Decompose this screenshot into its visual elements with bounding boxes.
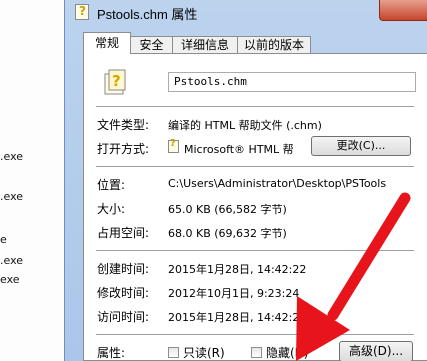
screenshot-root: .exe .exe e .exe exe Pstools.chm 属性 常规 安… [0, 0, 427, 361]
accessed-value: 2015年1月28日, 14:42:22 [168, 311, 307, 324]
background-file-item[interactable]: .exe [0, 190, 23, 203]
disk-size-label: 占用空间: [97, 226, 150, 240]
advanced-button[interactable]: 高级(D)... [339, 341, 413, 361]
readonly-checkbox[interactable] [168, 347, 179, 358]
help-file-icon: ? [104, 69, 126, 95]
tab-general[interactable]: 常规 [83, 32, 131, 54]
readonly-label[interactable]: 只读(R) [183, 344, 225, 361]
size-value: 65.0 KB (66,582 字节) [168, 203, 287, 216]
background-file-list: .exe .exe e .exe exe [0, 0, 70, 361]
hidden-label[interactable]: 隐藏(H) [266, 344, 308, 361]
background-file-item[interactable]: exe [0, 273, 20, 286]
divider [96, 334, 414, 336]
tab-security[interactable]: 安全 [130, 36, 173, 54]
background-file-item[interactable]: .exe [0, 150, 23, 163]
accessed-label: 访问时间: [97, 310, 150, 324]
general-panel: ? Pstools.chm 文件类型: 编译的 HTML 帮助文件 (.chm)… [83, 53, 427, 361]
location-label: 位置: [97, 178, 126, 192]
file-type-label: 文件类型: [97, 118, 150, 132]
properties-dialog: Pstools.chm 属性 常规 安全 详细信息 以前的版本 ? Pstool… [64, 0, 427, 361]
open-with-value: Microsoft® HTML 帮 [184, 143, 294, 156]
modified-label: 修改时间: [97, 286, 150, 300]
hidden-checkbox[interactable] [251, 347, 262, 358]
background-file-item[interactable]: e [0, 233, 7, 246]
disk-size-value: 68.0 KB (69,632 字节) [168, 227, 287, 240]
file-type-value: 编译的 HTML 帮助文件 (.chm) [168, 119, 322, 132]
divider [96, 106, 414, 108]
tab-details[interactable]: 详细信息 [172, 36, 238, 54]
divider [96, 166, 414, 168]
open-with-app-icon [168, 138, 179, 153]
tab-previous-versions[interactable]: 以前的版本 [237, 36, 311, 54]
close-button[interactable] [379, 0, 427, 21]
dialog-title: Pstools.chm 属性 [97, 7, 198, 22]
open-with-label: 打开方式: [97, 142, 150, 156]
created-value: 2015年1月28日, 14:42:22 [168, 263, 307, 276]
modified-value: 2012年10月1日, 9:23:24 [168, 287, 300, 300]
size-label: 大小: [97, 202, 126, 216]
created-label: 创建时间: [97, 262, 150, 276]
location-value: C:\Users\Administrator\Desktop\PSTools [168, 177, 387, 190]
divider [96, 250, 414, 252]
chm-file-icon [75, 4, 89, 20]
file-name-input[interactable]: Pstools.chm [168, 72, 416, 92]
change-button[interactable]: 更改(C)... [311, 136, 411, 156]
attributes-label: 属性: [97, 346, 126, 360]
svg-text:?: ? [112, 72, 121, 90]
background-file-item[interactable]: .exe [0, 254, 23, 267]
